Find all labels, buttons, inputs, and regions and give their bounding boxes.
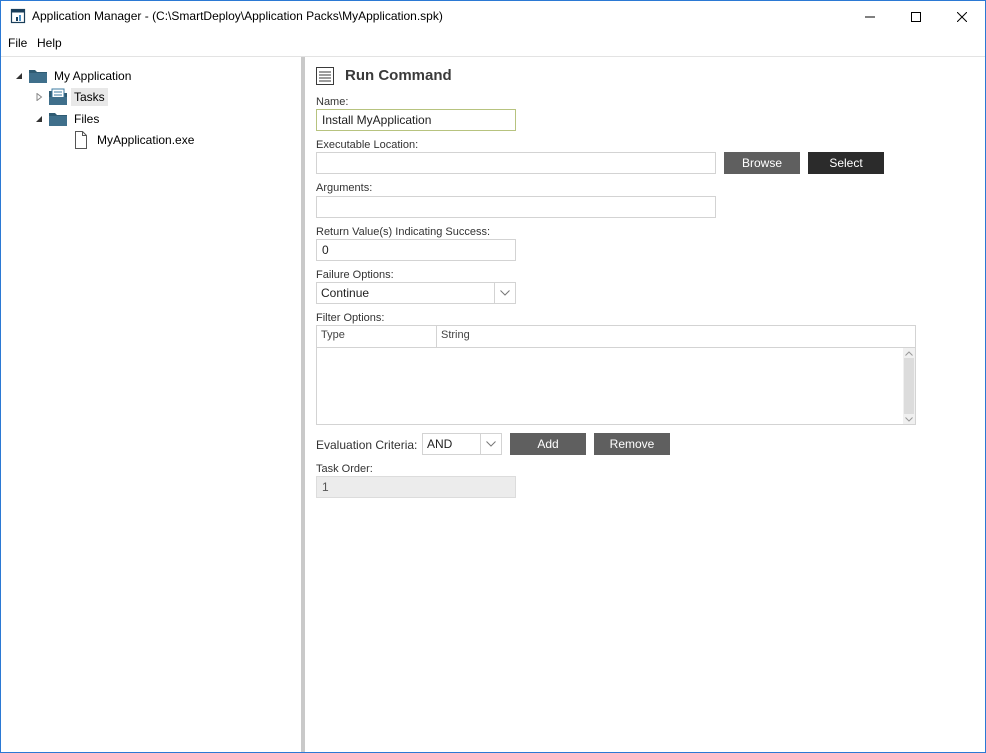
application-window: Application Manager - (C:\SmartDeploy\Ap…	[0, 0, 986, 753]
filter-options-grid[interactable]: Type String	[316, 325, 916, 425]
collapse-arrow-icon[interactable]	[34, 114, 44, 124]
failure-options-dropdown[interactable]: Continue	[316, 282, 516, 304]
minimize-button[interactable]	[847, 1, 893, 32]
name-label: Name:	[316, 96, 349, 108]
return-values-label: Return Value(s) Indicating Success:	[316, 226, 491, 238]
collapse-arrow-icon[interactable]	[14, 71, 24, 81]
tree-item-label: Tasks	[71, 88, 108, 106]
name-field[interactable]: Install MyApplication	[316, 109, 516, 131]
folder-icon	[28, 67, 48, 85]
app-window-icon	[10, 8, 26, 24]
tree-item-myapplication-exe[interactable]: MyApplication.exe	[71, 130, 197, 150]
minimize-icon	[865, 12, 875, 22]
grid-scrollbar[interactable]	[903, 348, 915, 424]
column-header-string[interactable]: String	[437, 326, 915, 347]
failure-options-label: Failure Options:	[316, 269, 394, 281]
panel-title: Run Command	[345, 67, 452, 84]
tasks-icon	[48, 88, 68, 106]
task-order-field: 1	[316, 476, 516, 498]
maximize-icon	[911, 11, 921, 22]
title-bar[interactable]: Application Manager - (C:\SmartDeploy\Ap…	[1, 1, 985, 32]
window-title: Application Manager - (C:\SmartDeploy\Ap…	[32, 9, 443, 23]
expand-arrow-icon[interactable]	[34, 92, 44, 102]
arguments-field[interactable]	[316, 196, 716, 218]
evaluation-criteria-dropdown[interactable]: AND	[422, 433, 502, 455]
column-header-type[interactable]: Type	[317, 326, 437, 347]
executable-location-label: Executable Location:	[316, 139, 419, 151]
document-lines-icon	[316, 67, 334, 85]
tree-item-tasks[interactable]: Tasks	[34, 87, 108, 107]
task-order-label: Task Order:	[316, 463, 373, 475]
tree-item-label: Files	[74, 112, 100, 126]
arguments-label: Arguments:	[316, 182, 373, 194]
filter-options-label: Filter Options:	[316, 312, 385, 324]
chevron-down-icon[interactable]	[480, 434, 501, 454]
menu-bar: File Help	[1, 32, 985, 54]
remove-button[interactable]: Remove	[594, 433, 670, 455]
close-button[interactable]	[939, 1, 985, 32]
chevron-down-icon[interactable]	[494, 283, 515, 303]
scroll-track[interactable]	[904, 358, 914, 414]
scroll-down-icon[interactable]	[903, 414, 915, 424]
folder-icon	[48, 110, 68, 128]
evaluation-criteria-value: AND	[427, 437, 453, 451]
tree-item-label: MyApplication.exe	[97, 133, 195, 147]
task-detail-panel: Run Command Name: Install MyApplication …	[305, 57, 985, 752]
return-values-field[interactable]: 0	[316, 239, 516, 261]
evaluation-criteria-label: Evaluation Criteria:	[316, 438, 418, 452]
menu-help[interactable]: Help	[37, 36, 62, 50]
tree-item-label: My Application	[54, 69, 132, 83]
add-button[interactable]: Add	[510, 433, 586, 455]
tree-item-my-application[interactable]: My Application	[14, 66, 134, 86]
tree-pane: My Application Tasks Files MyApplication…	[1, 57, 301, 752]
file-icon	[71, 131, 91, 149]
scroll-up-icon[interactable]	[903, 348, 915, 358]
menu-file[interactable]: File	[8, 36, 27, 50]
maximize-button[interactable]	[893, 1, 939, 32]
failure-options-value: Continue	[321, 286, 370, 300]
close-icon	[957, 11, 967, 22]
tree-item-files[interactable]: Files	[34, 109, 102, 129]
select-button[interactable]: Select	[808, 152, 884, 174]
grid-header: Type String	[317, 326, 915, 348]
browse-button[interactable]: Browse	[724, 152, 800, 174]
executable-location-field[interactable]	[316, 152, 716, 174]
